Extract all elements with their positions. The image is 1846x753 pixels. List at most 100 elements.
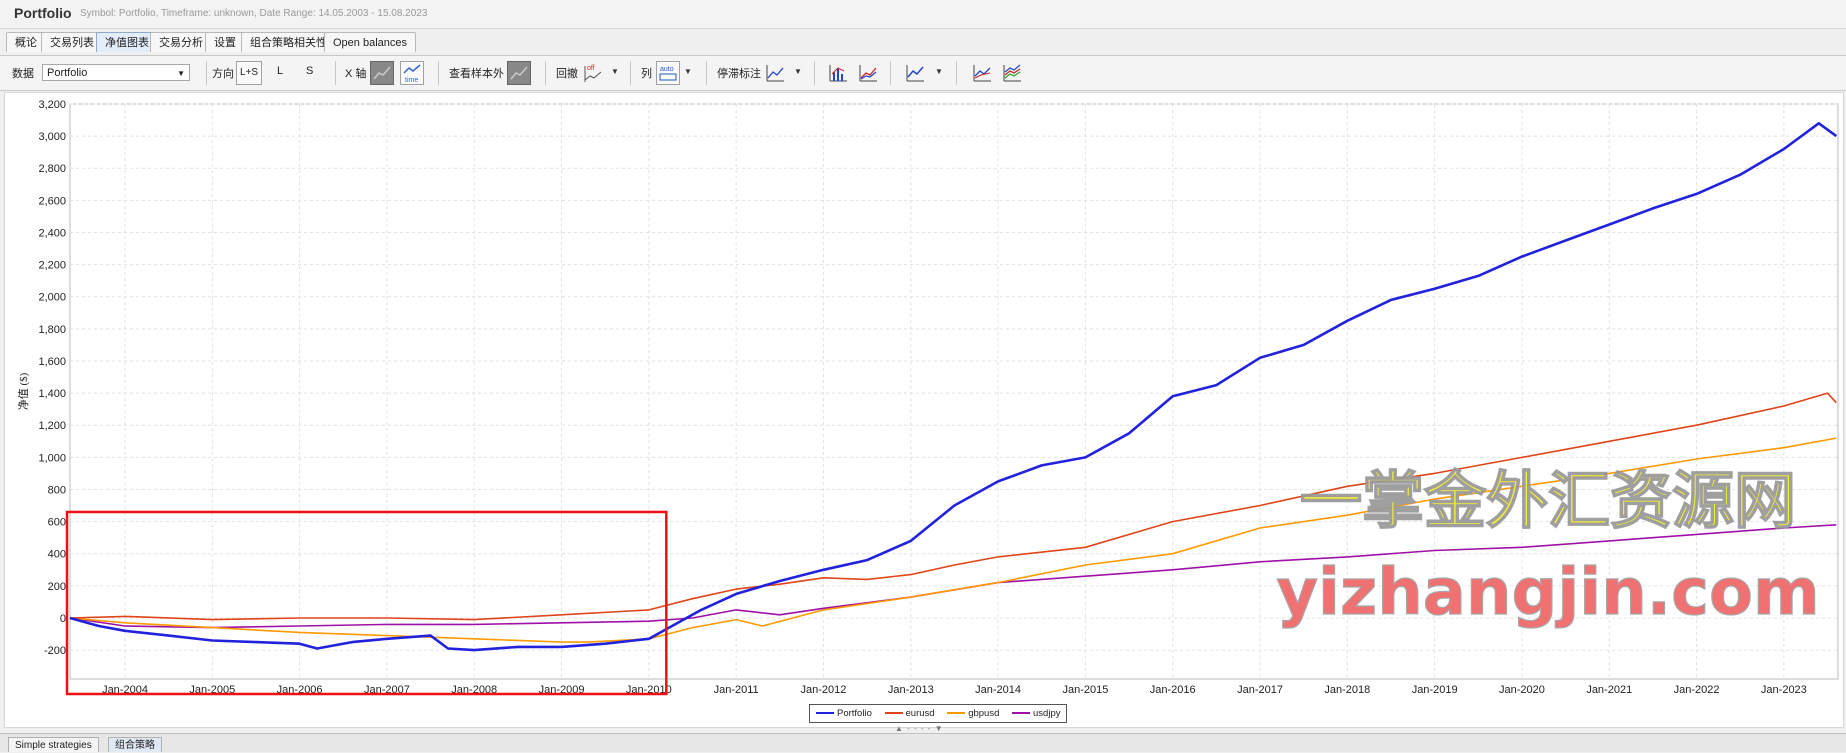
equity-chart-icon[interactable] [903,61,927,85]
columns-auto-text: auto [660,66,674,73]
y-tick-label: 1,600 [38,356,66,368]
legend-label: eurusd [905,708,935,719]
y-tick-label: 1,400 [38,388,66,400]
oos-toggle-icon[interactable] [507,61,531,85]
tab-portfolio-strategies[interactable]: 组合策略 [108,737,162,752]
xaxis-label: X 轴 [345,68,367,80]
x-tick-label: Jan-2018 [1324,684,1370,696]
x-tick-label: Jan-2017 [1237,684,1283,696]
toolbar-divider [335,61,336,85]
y-tick-label: 1,800 [38,324,66,336]
drawdown-label: 回撤 [556,68,578,80]
bar-chart-icon[interactable] [826,61,850,85]
line-chart-icon[interactable] [856,61,880,85]
window-subtitle: Symbol: Portfolio, Timeframe: unknown, D… [80,8,428,19]
y-tick-label: 2,200 [38,260,66,272]
x-tick-label: Jan-2019 [1412,684,1458,696]
direction-l-button[interactable]: L [277,65,283,77]
y-tick-label: 600 [48,517,66,529]
y-axis-label: 净值 ($) [16,372,30,410]
y-tick-label: 3,000 [38,131,66,143]
multi-line-icon[interactable] [1000,61,1024,85]
watermark-url: yizhangjin.com [1276,556,1819,630]
y-tick-label: 3,200 [38,99,66,111]
dropdown-arrow-icon[interactable]: ▼ [935,67,943,76]
watermark-chinese: 一掌金外汇资源网 [1300,464,1796,537]
window-titlebar: Portfolio Symbol: Portfolio, Timeframe: … [0,0,1846,29]
y-tick-label: 800 [48,484,66,496]
legend-label: gbpusd [968,708,1000,719]
legend-swatch [816,712,834,715]
tab-settings[interactable]: 设置 [205,32,245,52]
oos-label: 查看样本外 [449,68,504,80]
tab-bar: 概论 交易列表 净值图表 交易分析 设置 组合策略相关性 Open balanc… [0,32,1846,54]
toolbar-divider [630,61,631,85]
tab-trade-list[interactable]: 交易列表 [41,32,103,52]
dropdown-arrow-icon[interactable]: ▼ [684,67,692,76]
window-title: Portfolio [14,5,72,21]
y-tick-label: -200 [44,645,66,657]
dropdown-arrow-icon[interactable]: ▼ [611,67,619,76]
data-select-value: Portfolio [47,67,88,79]
direction-label: 方向 [212,68,234,80]
stagnation-icon[interactable] [763,61,787,85]
tab-overview[interactable]: 概论 [6,32,46,52]
panel-resize-handle[interactable]: ▲ - - - - ▼ [895,724,944,733]
x-tick-label: Jan-2011 [714,684,759,696]
direction-ls-button[interactable]: L+S [236,61,262,85]
y-tick-label: 2,400 [38,227,66,239]
legend-swatch [1012,712,1031,715]
xaxis-trades-icon[interactable] [370,61,394,85]
toolbar-divider [890,61,891,85]
y-tick-label: 0 [60,613,66,625]
x-tick-label: Jan-2015 [1062,684,1108,696]
legend-swatch [884,712,903,715]
y-tick-label: 200 [48,581,66,593]
toolbar-divider [545,61,546,85]
x-tick-label: Jan-2022 [1674,684,1720,696]
x-tick-label: Jan-2023 [1761,684,1807,696]
stagnation-label: 停滞标注 [717,68,761,80]
xaxis-time-text: time [405,77,418,84]
legend-item-portfolio: Portfolio [816,705,872,722]
chart-toolbar: 数据 Portfolio ▼ 方向 L+S L S X 轴 time 查看样本外… [0,55,1846,91]
toolbar-divider [814,61,815,85]
data-label: 数据 [12,68,34,80]
tab-trade-analysis[interactable]: 交易分析 [150,32,212,52]
x-tick-label: Jan-2013 [888,684,934,696]
y-tick-label: 400 [48,549,66,561]
dropdown-arrow-icon[interactable]: ▼ [794,67,802,76]
data-select[interactable]: Portfolio ▼ [42,64,190,81]
columns-label: 列 [641,68,652,80]
y-tick-label: 2,600 [38,195,66,207]
direction-s-button[interactable]: S [306,65,313,77]
legend-label: usdjpy [1033,708,1061,719]
toolbar-divider [706,61,707,85]
bottom-tab-bar: Simple strategies 组合策略 [0,733,1846,752]
tab-correlation[interactable]: 组合策略相关性 [241,32,336,52]
y-tick-label: 2,000 [38,292,66,304]
x-tick-label: Jan-2014 [975,684,1021,696]
x-tick-label: Jan-2016 [1150,684,1196,696]
y-tick-label: 1,000 [38,452,66,464]
toolbar-divider [438,61,439,85]
x-tick-label: Jan-2012 [801,684,847,696]
toolbar-divider [956,61,957,85]
drawdown-off-text: off [587,65,595,72]
tab-open-balances[interactable]: Open balances [324,32,416,52]
legend-item-gbpusd: gbpusd [947,705,999,722]
legend-item-usdjpy: usdjpy [1012,705,1060,722]
legend-label: Portfolio [837,708,872,719]
tab-simple-strategies[interactable]: Simple strategies [8,737,99,752]
dropdown-arrow-icon: ▼ [177,69,185,78]
xaxis-time-icon[interactable]: time [400,61,424,85]
equity-chart: -200 0 200 400 600 800 1,000 1,200 1,400 1,600 1,8… [16,99,1839,696]
tab-equity-chart[interactable]: 净值图表 [96,32,158,52]
legend-swatch [947,712,966,715]
toolbar-divider [206,61,207,85]
single-line-icon[interactable] [970,61,994,85]
y-tick-label: 1,200 [38,420,66,432]
columns-auto-icon[interactable]: auto [656,61,680,85]
y-tick-label: 2,800 [38,163,66,175]
drawdown-off-icon[interactable]: off [581,61,605,85]
